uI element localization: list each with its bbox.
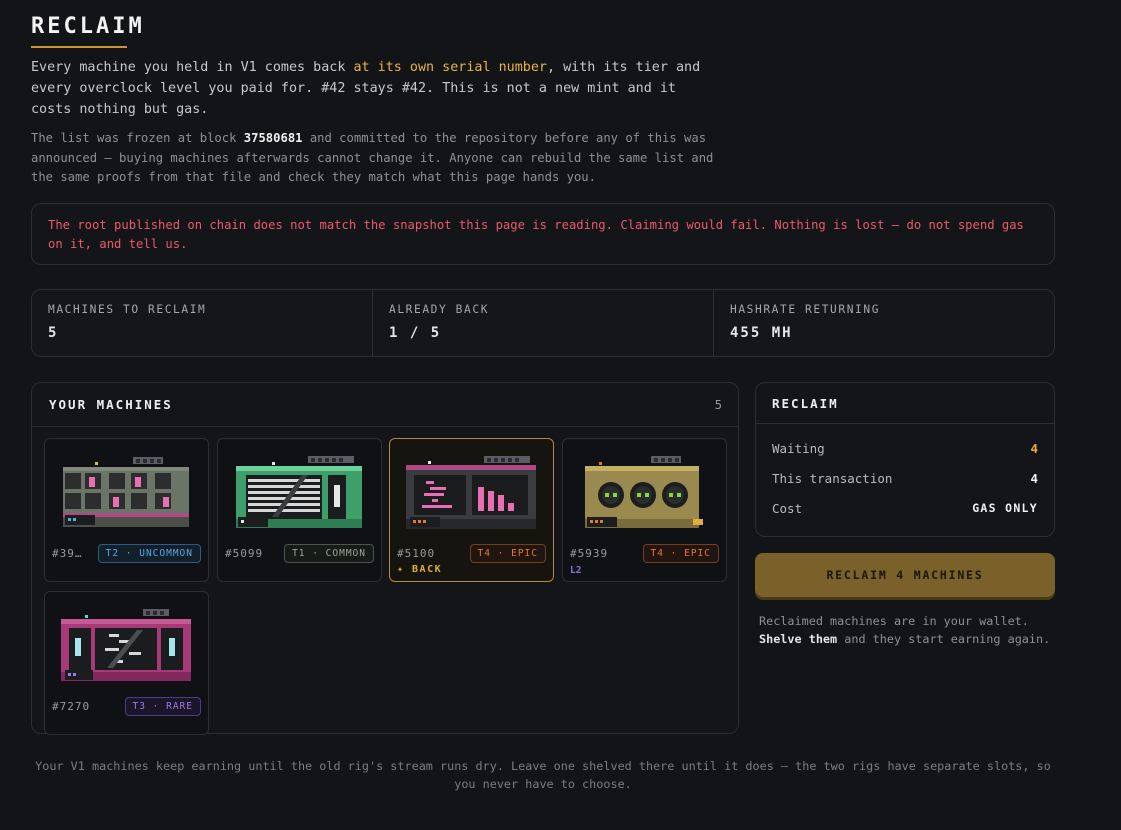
root-mismatch-alert: The root published on chain does not mat… <box>31 203 1055 265</box>
reclaim-note: Reclaimed machines are in your wallet. Sh… <box>759 614 1051 646</box>
tier-badge: T1 · COMMON <box>284 544 374 563</box>
machine-serial: #5100 <box>397 547 436 560</box>
reclaim-panel-header: RECLAIM <box>756 383 1054 424</box>
stat-hashrate-returning: HASHRATE RETURNING 455 MH <box>730 303 881 341</box>
reclaim-summary-rows: Waiting 4 This transaction 4 Cost GAS ON… <box>756 424 1054 523</box>
machine-art-icon <box>585 456 703 528</box>
footer-note: Your V1 machines keep earning until the … <box>35 759 1051 791</box>
stat-already-back: ALREADY BACK 1 / 5 <box>373 290 714 356</box>
your-machines-panel: YOUR MACHINES 5 #39… T2 · UNCOMMON #5099… <box>31 382 739 735</box>
machine-card-selected[interactable]: #5100 T4 · EPIC ✦ BACK <box>389 438 554 582</box>
tier-badge: T4 · EPIC <box>469 544 546 563</box>
machine-card[interactable]: #39… T2 · UNCOMMON <box>44 438 209 582</box>
intro-text: Every machine you held in V1 comes back … <box>31 60 701 117</box>
machine-art-icon <box>236 456 362 528</box>
machine-art-icon <box>63 457 189 527</box>
machine-card[interactable]: #5939 T4 · EPIC L2 <box>562 438 727 582</box>
row-this-transaction: This transaction 4 <box>772 470 1038 486</box>
tier-badge: T3 · RARE <box>124 697 201 716</box>
machines-count: 5 <box>714 397 722 412</box>
machine-serial: #5099 <box>225 547 264 560</box>
block-number: 37580681 <box>243 131 303 145</box>
machine-art-icon <box>61 609 191 681</box>
stats-bar: MACHINES TO RECLAIM 5 ALREADY BACK 1 / 5… <box>31 289 1055 357</box>
machines-panel-header: YOUR MACHINES 5 <box>32 383 738 427</box>
back-status: ✦ BACK <box>397 564 443 575</box>
level-badge: L2 <box>570 565 582 576</box>
tier-badge: T4 · EPIC <box>642 544 719 563</box>
machine-card[interactable]: #7270 T3 · RARE <box>44 591 209 735</box>
row-cost: Cost GAS ONLY <box>772 500 1038 516</box>
machine-serial: #39… <box>52 547 83 560</box>
machine-serial: #7270 <box>52 700 91 713</box>
shelve-them-link[interactable]: Shelve them <box>759 632 837 646</box>
machine-card[interactable]: #5099 T1 · COMMON <box>217 438 382 582</box>
page-title: RECLAIM <box>31 14 145 39</box>
reclaim-summary-panel: RECLAIM Waiting 4 This transaction 4 Cos… <box>755 382 1055 537</box>
snapshot-note: The list was frozen at block 37580681 an… <box>31 131 714 184</box>
reclaim-machines-button[interactable]: RECLAIM 4 MACHINES <box>755 553 1055 597</box>
title-underline <box>31 46 127 48</box>
serial-highlight: at its own serial number <box>353 60 547 75</box>
machine-art-icon <box>406 456 536 529</box>
machines-panel-title: YOUR MACHINES <box>49 397 173 412</box>
tier-badge: T2 · UNCOMMON <box>97 544 201 563</box>
stat-machines-to-reclaim: MACHINES TO RECLAIM 5 <box>32 290 373 356</box>
reclaim-panel-title: RECLAIM <box>772 395 839 411</box>
machine-serial: #5939 <box>570 547 609 560</box>
row-waiting: Waiting 4 <box>772 440 1038 456</box>
